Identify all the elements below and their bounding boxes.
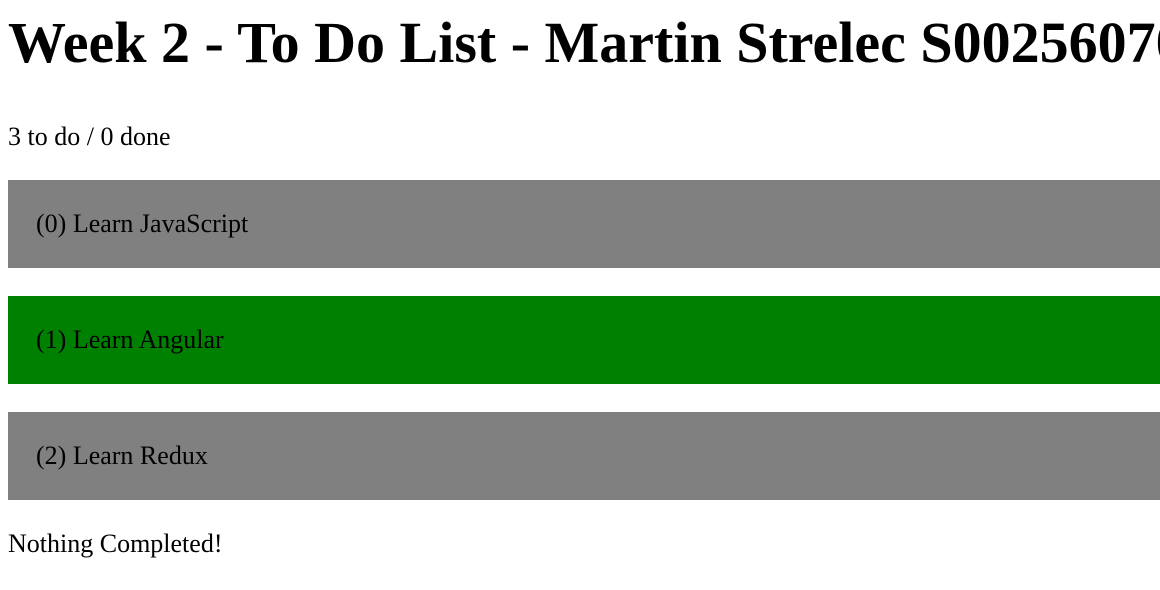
todo-item-label: (1) Learn Angular: [36, 325, 224, 354]
todo-item-2[interactable]: (2) Learn Redux: [8, 412, 1160, 500]
todo-page: Week 2 - To Do List - Martin Strelec S00…: [0, 0, 1160, 560]
todo-item-1[interactable]: (1) Learn Angular: [8, 296, 1160, 384]
todo-item-0[interactable]: (0) Learn JavaScript: [8, 180, 1160, 268]
page-title: Week 2 - To Do List - Martin Strelec S00…: [8, 10, 1160, 75]
todo-item-label: (0) Learn JavaScript: [36, 209, 249, 238]
todo-summary: 3 to do / 0 done: [8, 122, 171, 151]
completed-message: Nothing Completed!: [8, 529, 223, 558]
todo-item-label: (2) Learn Redux: [36, 441, 208, 470]
todo-list: (0) Learn JavaScript (1) Learn Angular (…: [8, 180, 1160, 500]
